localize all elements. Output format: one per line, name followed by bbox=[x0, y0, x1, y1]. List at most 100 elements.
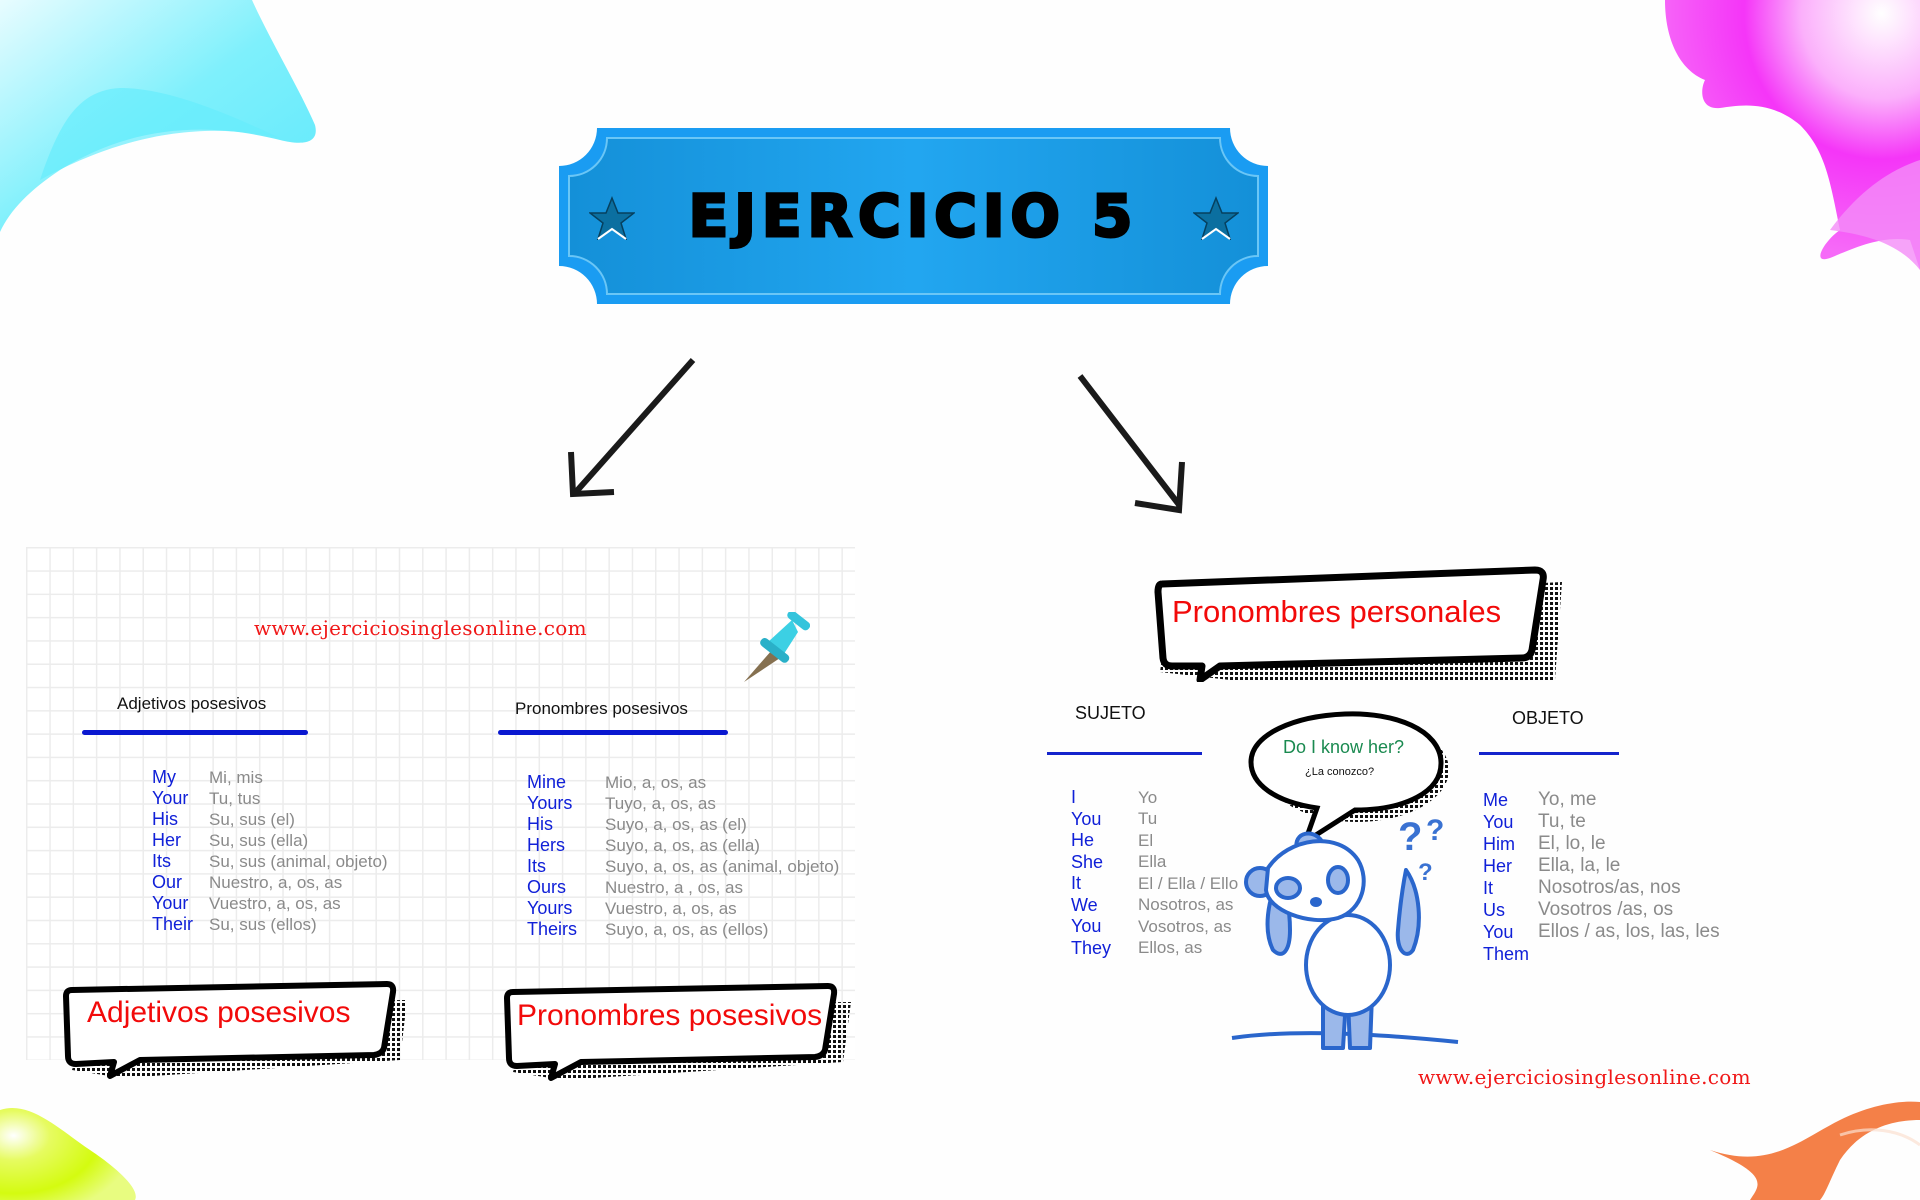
english-word: Her bbox=[1483, 855, 1513, 876]
english-word: Their bbox=[152, 914, 194, 934]
english-word: Her bbox=[152, 830, 182, 850]
table-row: His Suyo, a, os, as (el) bbox=[527, 814, 839, 835]
spanish-translation: Ellos / as, los, las, les bbox=[1538, 921, 1720, 942]
decoration-top-left bbox=[0, 0, 316, 232]
spanish-translation: Tu bbox=[1138, 809, 1158, 829]
table-row: Me Yo, me bbox=[1483, 789, 1720, 811]
spanish-translation: Vuestro, a, os, as bbox=[209, 893, 341, 913]
table-row: Us Vosotros /as, os bbox=[1483, 899, 1720, 921]
svg-text:?: ? bbox=[1398, 815, 1422, 859]
pronouns-heading: Pronombres posesivos bbox=[515, 699, 688, 718]
spanish-translation: El / Ella / Ello bbox=[1138, 873, 1239, 893]
english-word: He bbox=[1071, 830, 1095, 851]
table-row: Them bbox=[1483, 943, 1720, 965]
title-banner: EJERCICIO 5 bbox=[559, 128, 1268, 304]
table-row: She Ella bbox=[1071, 852, 1238, 874]
table-row: Its Su, sus (animal, objeto) bbox=[152, 851, 388, 872]
arrow-down-left-icon bbox=[568, 358, 696, 498]
english-word: You bbox=[1071, 916, 1102, 937]
table-row: They Ellos, as bbox=[1071, 938, 1238, 960]
confused-panda-icon: ? ? ? bbox=[1231, 814, 1459, 1050]
spanish-translation: Yo bbox=[1138, 787, 1158, 807]
english-word: It bbox=[1483, 877, 1494, 898]
table-row: Her Su, sus (ella) bbox=[152, 830, 388, 851]
english-word: Us bbox=[1483, 899, 1505, 920]
pronouns-underline bbox=[498, 730, 728, 735]
table-row: It Nosotros/as, nos bbox=[1483, 877, 1720, 899]
spanish-translation: Su, sus (ellos) bbox=[209, 914, 317, 934]
spanish-translation: Nuestro, a, os, as bbox=[209, 872, 343, 892]
site-url-link[interactable]: www.ejerciciosinglesonline.com bbox=[1418, 1065, 1751, 1089]
spanish-translation: Tu, tus bbox=[209, 788, 261, 808]
english-word: We bbox=[1071, 894, 1098, 915]
english-word: Your bbox=[152, 788, 189, 808]
english-word: She bbox=[1071, 851, 1104, 872]
english-word: His bbox=[527, 814, 553, 834]
object-underline bbox=[1479, 752, 1619, 755]
english-word: It bbox=[1071, 873, 1082, 894]
spanish-translation: Nuestro, a , os, as bbox=[605, 877, 743, 897]
table-row: Its Suyo, a, os, as (animal, objeto) bbox=[527, 856, 839, 877]
table-row: I Yo bbox=[1071, 787, 1238, 809]
spanish-translation: Suyo, a, os, as (ellos) bbox=[605, 919, 769, 939]
english-word: Ours bbox=[527, 877, 567, 897]
table-row: It El / Ella / Ello bbox=[1071, 873, 1238, 895]
english-word: You bbox=[1483, 921, 1514, 942]
spanish-translation: Vuestro, a, os, as bbox=[605, 898, 737, 918]
spanish-translation: Tu, te bbox=[1538, 811, 1586, 832]
spanish-translation: Ella bbox=[1138, 852, 1167, 872]
adjectives-table: My Mi, mis Your Tu, tus His Su, sus (el) Her Su… bbox=[152, 767, 388, 935]
spanish-translation: Ellos, as bbox=[1138, 938, 1203, 958]
object-heading: OBJETO bbox=[1512, 708, 1584, 728]
english-word: They bbox=[1071, 937, 1112, 958]
english-word: Him bbox=[1483, 833, 1515, 854]
table-row: Your Vuestro, a, os, as bbox=[152, 893, 388, 914]
english-word: I bbox=[1071, 787, 1077, 808]
table-row: Her Ella, la, le bbox=[1483, 855, 1720, 877]
spanish-translation: Ella, la, le bbox=[1538, 855, 1621, 876]
table-row: Him El, lo, le bbox=[1483, 833, 1720, 855]
table-row: You Ellos / as, los, las, les bbox=[1483, 921, 1720, 943]
english-word: You bbox=[1071, 808, 1102, 829]
spanish-translation: Tuyo, a, os, as bbox=[605, 793, 716, 813]
english-word: Hers bbox=[527, 835, 566, 855]
spanish-translation: El bbox=[1138, 830, 1154, 850]
english-word: Them bbox=[1483, 943, 1530, 964]
spanish-translation: Mio, a, os, as bbox=[605, 772, 707, 792]
object-table: Me Yo, me You Tu, te Him El, lo, le Her Ella, l… bbox=[1483, 789, 1720, 965]
english-word: His bbox=[152, 809, 178, 829]
subject-underline bbox=[1047, 752, 1202, 755]
table-row: You Vosotros, as bbox=[1071, 916, 1238, 938]
english-word: Its bbox=[527, 856, 547, 876]
decoration-top-right bbox=[1665, 0, 1920, 270]
english-word: Our bbox=[152, 872, 183, 892]
svg-text:?: ? bbox=[1418, 859, 1433, 886]
site-url-link[interactable]: www.ejerciciosinglesonline.com bbox=[254, 616, 587, 640]
subject-table: I Yo You Tu He El She Ella It El / Ella / Ello We N… bbox=[1071, 787, 1238, 959]
table-row: He El bbox=[1071, 830, 1238, 852]
table-row: Ours Nuestro, a , os, as bbox=[527, 877, 839, 898]
subject-heading: SUJETO bbox=[1075, 703, 1146, 723]
english-word: My bbox=[152, 767, 176, 787]
table-row: We Nosotros, as bbox=[1071, 895, 1238, 917]
table-row: You Tu, te bbox=[1483, 811, 1720, 833]
spanish-translation: Nosotros/as, nos bbox=[1538, 877, 1681, 898]
spanish-translation: Suyo, a, os, as (el) bbox=[605, 814, 747, 834]
decoration-bottom-left bbox=[0, 1108, 136, 1200]
table-row: Your Tu, tus bbox=[152, 788, 388, 809]
spanish-translation: Vosotros /as, os bbox=[1538, 899, 1674, 920]
table-row: Yours Tuyo, a, os, as bbox=[527, 793, 839, 814]
spanish-translation: Su, sus (ella) bbox=[209, 830, 309, 850]
table-row: Yours Vuestro, a, os, as bbox=[527, 898, 839, 919]
speech-translation: ¿La conozco? bbox=[1305, 766, 1375, 778]
english-word: Your bbox=[152, 893, 189, 913]
table-row: His Su, sus (el) bbox=[152, 809, 388, 830]
table-row: Hers Suyo, a, os, as (ella) bbox=[527, 835, 839, 856]
speech-question: Do I know her? bbox=[1283, 737, 1405, 757]
star-icon bbox=[1193, 196, 1239, 240]
english-word: Yours bbox=[527, 898, 573, 918]
table-row: Theirs Suyo, a, os, as (ellos) bbox=[527, 919, 839, 940]
pronouns-label: Pronombres posesivos bbox=[517, 999, 823, 1032]
spanish-translation: Su, sus (el) bbox=[209, 809, 295, 829]
arrow-down-right-icon bbox=[1077, 374, 1185, 514]
